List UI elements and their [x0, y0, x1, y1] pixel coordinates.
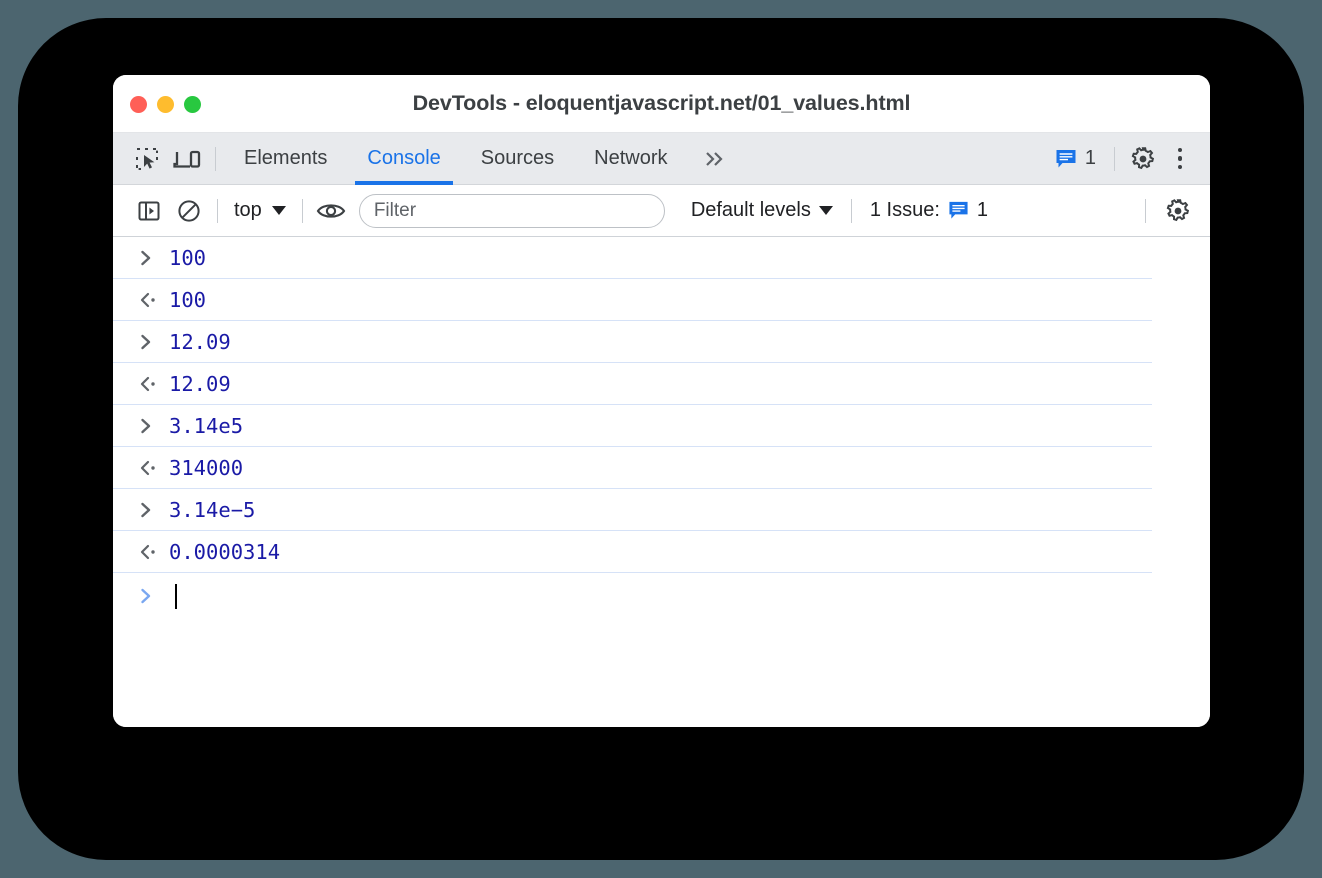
- console-row-text: 314000: [169, 455, 244, 480]
- console-row-text: 100: [169, 287, 207, 312]
- kebab-menu-icon[interactable]: [1163, 139, 1197, 179]
- devtools-tabbar: Elements Console Sources Network 1: [113, 133, 1210, 185]
- output-return-icon: [139, 375, 169, 393]
- console-output-row[interactable]: 0.0000314: [113, 531, 1152, 573]
- issues-badge[interactable]: 1: [1045, 147, 1106, 170]
- close-window-button[interactable]: [130, 95, 147, 113]
- tabbar-divider: [215, 146, 216, 171]
- console-row-text: 100: [169, 245, 207, 270]
- tabbar-right-divider: [1114, 146, 1115, 171]
- input-chevron-icon: [139, 501, 169, 519]
- console-output-row[interactable]: 100: [113, 279, 1152, 321]
- input-chevron-icon: [139, 417, 169, 435]
- console-toolbar-right: [1137, 191, 1198, 231]
- console-row-text: 3.14e5: [169, 413, 244, 438]
- console-sidebar-icon[interactable]: [129, 191, 169, 231]
- console-prompt[interactable]: [113, 573, 1152, 619]
- levels-chevron-down-icon: [818, 206, 833, 215]
- log-levels-label: Default levels: [690, 199, 811, 221]
- output-return-icon: [139, 459, 169, 477]
- tab-elements-label: Elements: [244, 147, 328, 169]
- chevron-down-icon: [271, 206, 286, 215]
- console-row-text: 12.09: [169, 371, 231, 396]
- log-levels-select[interactable]: Default levels: [681, 199, 843, 222]
- more-tabs-chevron-icon[interactable]: [688, 133, 742, 185]
- clear-console-icon[interactable]: [169, 191, 209, 231]
- traffic-lights: [130, 75, 201, 133]
- tab-network[interactable]: Network: [574, 133, 687, 185]
- output-return-icon: [139, 543, 169, 561]
- tab-sources[interactable]: Sources: [461, 133, 574, 185]
- console-message-list[interactable]: 100 100 12.09 12.09 3.14e5 314000 3.14e−5 0.000…: [113, 237, 1210, 727]
- devtools-window: DevTools - eloquentjavascript.net/01_val…: [113, 75, 1210, 727]
- console-row-text: 3.14e−5: [169, 497, 256, 522]
- console-prompt-chevron-icon: [139, 587, 169, 605]
- window-title: DevTools - eloquentjavascript.net/01_val…: [412, 91, 911, 115]
- minimize-window-button[interactable]: [157, 95, 174, 113]
- execution-context-label: top: [234, 199, 262, 221]
- tab-console[interactable]: Console: [347, 133, 460, 185]
- console-input-row[interactable]: 100: [113, 237, 1152, 279]
- issues-label: 1 Issue:: [869, 199, 940, 221]
- tab-console-label: Console: [367, 147, 441, 169]
- tab-sources-label: Sources: [480, 147, 555, 169]
- console-toolbar-divider-4: [1145, 198, 1146, 223]
- console-output-row[interactable]: 12.09: [113, 363, 1152, 405]
- device-toolbar-icon[interactable]: [167, 139, 207, 179]
- console-toolbar-divider-2: [301, 198, 303, 223]
- console-row-text: 0.0000314: [169, 539, 281, 564]
- console-issues-link[interactable]: 1 Issue: 1: [860, 199, 998, 222]
- tab-elements[interactable]: Elements: [224, 133, 347, 185]
- console-toolbar-divider-1: [217, 198, 218, 223]
- window-titlebar: DevTools - eloquentjavascript.net/01_val…: [113, 75, 1210, 133]
- input-chevron-icon: [139, 249, 169, 267]
- live-expression-eye-icon[interactable]: [311, 191, 351, 231]
- console-issues-count: 1: [976, 199, 989, 221]
- issues-message-icon-small: [949, 201, 968, 219]
- output-return-icon: [139, 291, 169, 309]
- console-input-row[interactable]: 3.14e−5: [113, 489, 1152, 531]
- console-toolbar-divider-3: [850, 198, 852, 223]
- filter-input[interactable]: [358, 193, 665, 228]
- console-row-text: 12.09: [169, 329, 231, 354]
- tabbar-right-controls: 1: [1045, 133, 1197, 185]
- issues-message-icon: [1056, 149, 1076, 167]
- tab-network-label: Network: [594, 147, 668, 169]
- issues-count: 1: [1084, 147, 1096, 169]
- inspect-element-icon[interactable]: [127, 139, 167, 179]
- console-output-row[interactable]: 314000: [113, 447, 1152, 489]
- execution-context-select[interactable]: top: [226, 199, 294, 222]
- console-text-cursor: [175, 583, 177, 609]
- input-chevron-icon: [139, 333, 169, 351]
- console-toolbar: top Default levels 1 Issue: 1: [113, 185, 1210, 237]
- console-settings-gear-icon[interactable]: [1158, 191, 1198, 231]
- zoom-window-button[interactable]: [184, 95, 201, 113]
- console-input-row[interactable]: 12.09: [113, 321, 1152, 363]
- console-input-row[interactable]: 3.14e5: [113, 405, 1152, 447]
- gear-icon[interactable]: [1123, 139, 1163, 179]
